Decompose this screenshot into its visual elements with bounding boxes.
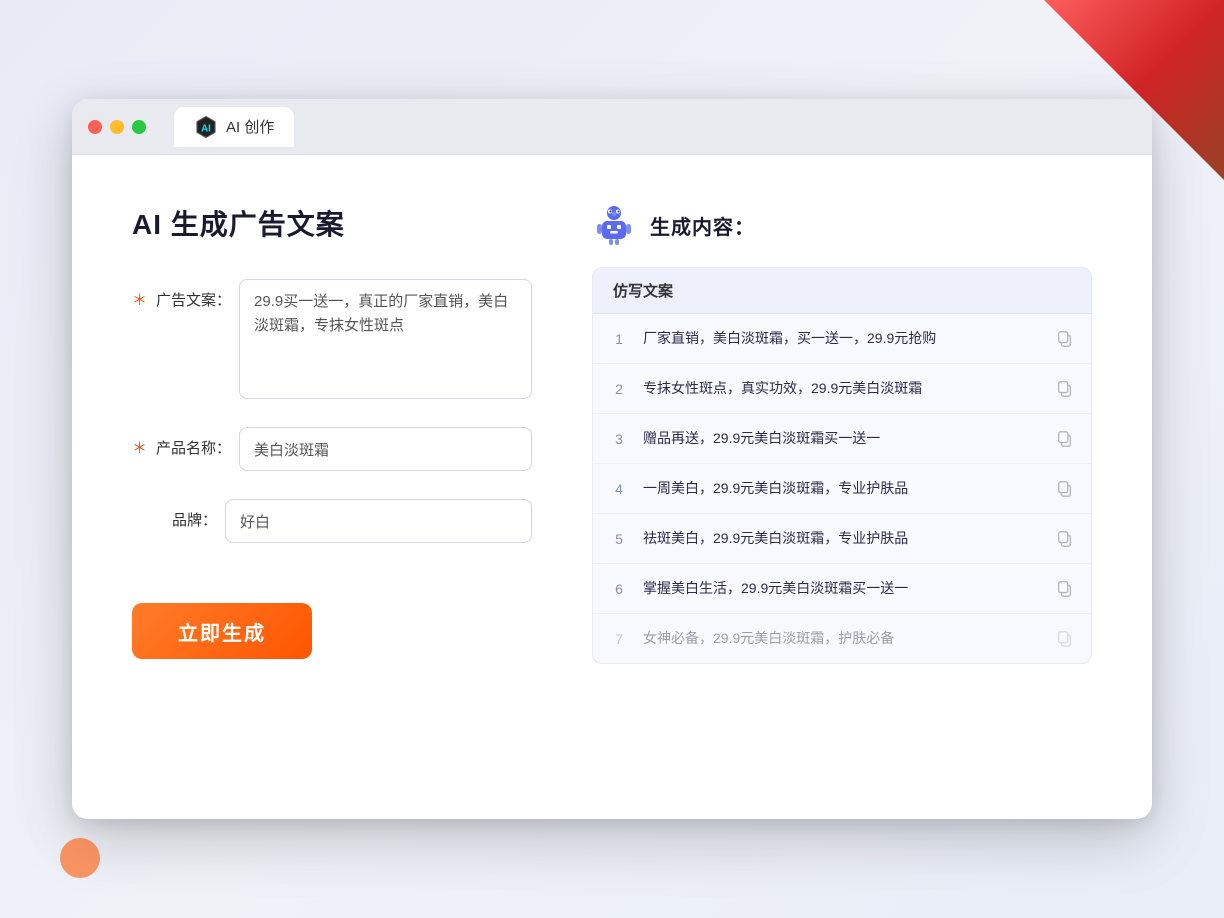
copy-icon[interactable] — [1055, 329, 1075, 349]
tab-title: AI 创作 — [226, 116, 274, 137]
row-text: 一周美白，29.9元美白淡斑霜，专业护肤品 — [643, 478, 1041, 499]
product-name-required: ＊ — [132, 437, 147, 458]
result-header: 生成内容： — [592, 203, 1092, 247]
copy-icon[interactable] — [1055, 629, 1075, 649]
row-number: 4 — [609, 481, 629, 497]
ai-tab-icon: AI — [194, 115, 218, 139]
browser-tab[interactable]: AI AI 创作 — [174, 107, 294, 147]
ad-copy-label: 广告文案： — [151, 289, 231, 310]
traffic-light-red[interactable] — [88, 120, 102, 134]
row-number: 7 — [609, 631, 629, 647]
robot-icon — [592, 203, 636, 247]
row-text: 祛斑美白，29.9元美白淡斑霜，专业护肤品 — [643, 528, 1041, 549]
ad-copy-required: ＊ — [132, 289, 147, 310]
left-panel: AI 生成广告文案 ＊ 广告文案： ＊ 产品名称： 品牌 — [132, 203, 532, 779]
brand-label: 品牌： — [137, 509, 217, 530]
row-number: 2 — [609, 381, 629, 397]
result-table: 仿写文案 1 厂家直销，美白淡斑霜，买一送一，29.9元抢购 2 专抹女性斑点，真实… — [592, 267, 1092, 664]
brand-input[interactable] — [225, 499, 532, 543]
submit-button[interactable]: 立即生成 — [132, 603, 312, 659]
row-text: 女神必备，29.9元美白淡斑霜，护肤必备 — [643, 628, 1041, 649]
page-title: AI 生成广告文案 — [132, 203, 532, 243]
ad-copy-group: ＊ 广告文案： — [132, 279, 532, 399]
copy-icon[interactable] — [1055, 479, 1075, 499]
result-title: 生成内容： — [650, 211, 755, 240]
copy-icon[interactable] — [1055, 379, 1075, 399]
row-text: 赠品再送，29.9元美白淡斑霜买一送一 — [643, 428, 1041, 449]
brand-group: 品牌： — [132, 499, 532, 543]
product-name-group: ＊ 产品名称： — [132, 427, 532, 471]
row-number: 1 — [609, 331, 629, 347]
svg-text:AI: AI — [201, 123, 211, 134]
browser-window: AI AI 创作 AI 生成广告文案 ＊ 广告文案： ＊ 产品名称： — [72, 99, 1152, 819]
table-row: 6 掌握美白生活，29.9元美白淡斑霜买一送一 — [593, 564, 1091, 614]
ad-copy-input[interactable] — [239, 279, 532, 399]
table-row: 7 女神必备，29.9元美白淡斑霜，护肤必备 — [593, 614, 1091, 663]
product-name-input[interactable] — [239, 427, 532, 471]
traffic-light-green[interactable] — [132, 120, 146, 134]
titlebar: AI AI 创作 — [72, 99, 1152, 155]
row-text: 专抹女性斑点，真实功效，29.9元美白淡斑霜 — [643, 378, 1041, 399]
traffic-light-yellow[interactable] — [110, 120, 124, 134]
copy-icon[interactable] — [1055, 579, 1075, 599]
table-row: 2 专抹女性斑点，真实功效，29.9元美白淡斑霜 — [593, 364, 1091, 414]
traffic-lights — [88, 120, 146, 134]
copy-icon[interactable] — [1055, 529, 1075, 549]
product-name-label: 产品名称： — [151, 437, 231, 458]
results-container: 1 厂家直销，美白淡斑霜，买一送一，29.9元抢购 2 专抹女性斑点，真实功效，29… — [593, 314, 1091, 663]
table-row: 3 赠品再送，29.9元美白淡斑霜买一送一 — [593, 414, 1091, 464]
row-number: 6 — [609, 581, 629, 597]
row-text: 掌握美白生活，29.9元美白淡斑霜买一送一 — [643, 578, 1041, 599]
row-number: 5 — [609, 531, 629, 547]
browser-content: AI 生成广告文案 ＊ 广告文案： ＊ 产品名称： 品牌 — [72, 155, 1152, 819]
table-header: 仿写文案 — [593, 268, 1091, 314]
copy-icon[interactable] — [1055, 429, 1075, 449]
table-row: 4 一周美白，29.9元美白淡斑霜，专业护肤品 — [593, 464, 1091, 514]
row-number: 3 — [609, 431, 629, 447]
table-row: 5 祛斑美白，29.9元美白淡斑霜，专业护肤品 — [593, 514, 1091, 564]
right-panel: 生成内容： 仿写文案 1 厂家直销，美白淡斑霜，买一送一，29.9元抢购 2 专抹女… — [592, 203, 1092, 779]
table-row: 1 厂家直销，美白淡斑霜，买一送一，29.9元抢购 — [593, 314, 1091, 364]
row-text: 厂家直销，美白淡斑霜，买一送一，29.9元抢购 — [643, 328, 1041, 349]
